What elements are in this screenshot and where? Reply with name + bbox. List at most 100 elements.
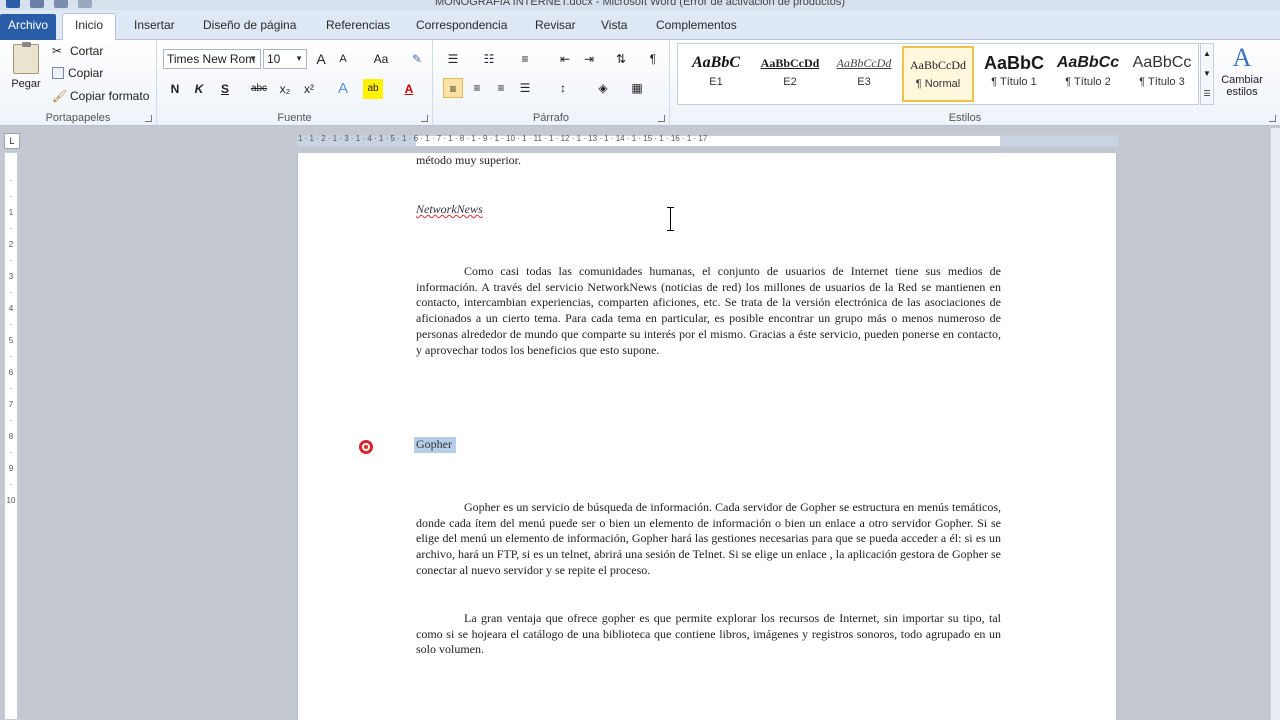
change-styles-icon: A — [1232, 43, 1252, 72]
previous-line: método muy superior. — [416, 153, 521, 167]
line-spacing-icon[interactable]: ↕ — [553, 78, 573, 98]
font-group: Times New Rom ▼ 10 ▼ A A Aa ✎ N K S abc … — [157, 40, 433, 126]
chevron-up-icon[interactable]: ▲ — [1201, 44, 1213, 64]
numbering-icon[interactable]: ☷ — [479, 49, 499, 69]
shading-icon[interactable]: ◈ — [593, 78, 613, 98]
style-sample: AaBbCc — [1056, 54, 1120, 71]
tab-complementos[interactable]: Complementos — [654, 16, 739, 38]
clear-formatting-icon[interactable]: ✎ — [407, 49, 427, 69]
bullets-icon[interactable]: ☰ — [443, 49, 463, 69]
style-titulo-1[interactable]: AaBbC ¶ Título 1 — [978, 46, 1050, 102]
paintbrush-icon: 🖌 — [52, 89, 68, 103]
font-color-icon[interactable]: A — [399, 79, 419, 99]
horizontal-ruler[interactable]: 1 · 1 · 2 · 1 · 3 · 1 · 4 · 1 · 5 · 1 · … — [297, 134, 1119, 147]
strikethrough-button[interactable]: abc — [249, 79, 269, 99]
style-name: E3 — [857, 76, 871, 88]
shrink-font-button[interactable]: A — [333, 49, 353, 69]
paragraph-gopher-2: La gran ventaja que ofrece gopher es que… — [416, 611, 1001, 658]
style-sample: AaBbC — [983, 53, 1044, 73]
more-icon[interactable]: ☰ — [1201, 84, 1213, 104]
tab-correspondencia[interactable]: Correspondencia — [414, 16, 509, 38]
justify-button[interactable]: ☰ — [515, 78, 535, 98]
scissors-icon: ✂ — [52, 44, 63, 58]
tab-archivo[interactable]: Archivo — [0, 14, 56, 40]
styles-dialog-launcher[interactable] — [1269, 115, 1276, 122]
style-e3[interactable]: AaBbCcDd E3 — [828, 46, 900, 102]
vertical-scrollbar[interactable] — [1270, 128, 1280, 720]
title-bar: MONOGRAFIA INTERNET.docx - Microsoft Wor… — [0, 0, 1280, 10]
align-right-button[interactable]: ≡ — [491, 78, 511, 98]
style-name: ¶ Título 3 — [1139, 76, 1185, 88]
style-sample: AaBbCcDd — [836, 56, 892, 70]
style-titulo-3[interactable]: AaBbCc ¶ Título 3 — [1126, 46, 1198, 102]
tab-vista[interactable]: Vista — [599, 16, 629, 38]
style-name: E2 — [783, 76, 797, 88]
style-titulo-2[interactable]: AaBbCc ¶ Título 2 — [1052, 46, 1124, 102]
change-styles-button[interactable]: A Cambiar estilos — [1218, 42, 1266, 106]
font-group-label: Fuente — [277, 112, 312, 124]
window-title: MONOGRAFIA INTERNET.docx - Microsoft Wor… — [435, 0, 845, 8]
style-e1[interactable]: AaBbC E1 — [680, 46, 752, 102]
align-center-button[interactable]: ≡ — [467, 78, 487, 98]
styles-gallery: AaBbC E1 AaBbCcDd E2 AaBbCcDd E3 AaBbCcD… — [677, 43, 1199, 105]
grow-font-button[interactable]: A — [311, 49, 331, 69]
revision-mark-icon[interactable] — [359, 440, 373, 454]
style-sample: AaBbCcDd — [910, 58, 966, 72]
chevron-down-icon[interactable]: ▼ — [1201, 64, 1213, 84]
style-name: ¶ Normal — [915, 78, 961, 90]
tab-insertar[interactable]: Insertar — [132, 16, 177, 38]
style-name: E1 — [709, 76, 723, 88]
paragraph-text: La gran ventaja que ofrece gopher es que… — [416, 611, 1001, 657]
vertical-ruler[interactable]: · · 1 · 2 · 3 · 4 · 5 · 6 · 7 · 8 · 9 · 10 — [4, 152, 18, 720]
styles-gallery-scroll[interactable]: ▲ ▼ ☰ — [1200, 43, 1214, 105]
superscript-button[interactable]: x² — [299, 79, 319, 99]
clipboard-icon — [13, 42, 39, 74]
text-effects-icon[interactable]: A — [333, 79, 353, 99]
italic-button[interactable]: K — [189, 79, 209, 99]
increase-indent-icon[interactable]: ⇥ — [579, 49, 599, 69]
style-name: ¶ Título 2 — [1065, 76, 1111, 88]
show-formatting-icon[interactable]: ¶ — [643, 49, 663, 69]
highlight-color-icon[interactable]: ab — [363, 79, 383, 99]
font-family-value: Times New Rom — [167, 52, 256, 66]
document-page[interactable]: método muy superior. NetworkNews Como ca… — [297, 153, 1117, 720]
bold-button[interactable]: N — [165, 79, 185, 99]
heading-gopher: Gopher — [414, 437, 456, 453]
tab-referencias[interactable]: Referencias — [324, 16, 392, 38]
style-e2[interactable]: AaBbCcDd E2 — [754, 46, 826, 102]
font-dialog-launcher[interactable] — [421, 115, 428, 122]
ruler-numbers: 1 · 1 · 2 · 1 · 3 · 1 · 4 · 1 · 5 · 1 · … — [298, 134, 708, 143]
change-styles-label: Cambiar estilos — [1221, 74, 1263, 98]
align-left-button[interactable]: ≡ — [443, 78, 463, 98]
change-case-button[interactable]: Aa — [367, 49, 395, 69]
cut-button[interactable]: ✂ Cortar — [52, 42, 103, 60]
clipboard-dialog-launcher[interactable] — [145, 115, 152, 122]
styles-group-label: Estilos — [948, 112, 982, 124]
clipboard-group-label: Portapapeles — [45, 112, 111, 124]
decrease-indent-icon[interactable]: ⇤ — [555, 49, 575, 69]
style-sample: AaBbC — [691, 54, 740, 71]
format-painter-button[interactable]: 🖌 Copiar formato — [52, 87, 149, 105]
font-size-value: 10 — [267, 52, 281, 66]
paste-button[interactable]: Pegar — [8, 42, 44, 100]
font-family-select[interactable]: Times New Rom ▼ — [163, 49, 261, 69]
multilevel-list-icon[interactable]: ≡ — [515, 49, 535, 69]
font-size-select[interactable]: 10 ▼ — [263, 49, 307, 69]
tab-inicio[interactable]: Inicio — [62, 13, 116, 41]
style-sample: AaBbCc — [1132, 54, 1192, 71]
copy-button[interactable]: Copiar — [52, 64, 103, 82]
tab-diseno-pagina[interactable]: Diseño de página — [201, 16, 298, 38]
copy-label: Copiar — [68, 66, 104, 80]
borders-icon[interactable]: ▦ — [627, 78, 647, 98]
heading-networknews: NetworkNews — [416, 202, 483, 216]
sort-icon[interactable]: ⇅ — [611, 49, 631, 69]
tab-selector[interactable]: L — [4, 133, 20, 149]
underline-button[interactable]: S — [215, 79, 235, 99]
cut-label: Cortar — [70, 44, 104, 58]
paragraph-text: Gopher es un servicio de búsqueda de inf… — [416, 500, 1001, 577]
paragraph-group-label: Párrafo — [532, 112, 570, 124]
style-normal[interactable]: AaBbCcDd ¶ Normal — [902, 46, 974, 102]
tab-revisar[interactable]: Revisar — [533, 16, 578, 38]
subscript-button[interactable]: x₂ — [275, 79, 295, 99]
copy-icon — [52, 67, 64, 79]
